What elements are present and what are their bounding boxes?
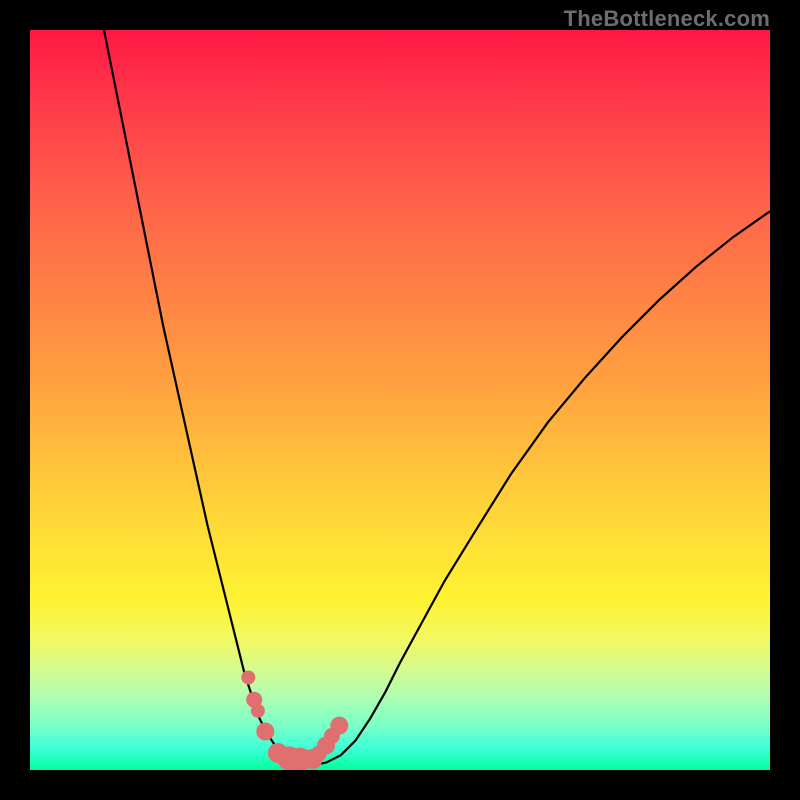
marker-dot bbox=[241, 671, 255, 685]
curve-right bbox=[311, 211, 770, 765]
chart-frame: TheBottleneck.com bbox=[0, 0, 800, 800]
curve-markers bbox=[241, 671, 348, 771]
marker-dot bbox=[330, 717, 348, 735]
watermark-text: TheBottleneck.com bbox=[564, 6, 770, 32]
plot-area bbox=[30, 30, 770, 770]
marker-dot bbox=[256, 723, 274, 741]
marker-dot bbox=[251, 704, 265, 718]
chart-svg bbox=[30, 30, 770, 770]
curve-left bbox=[104, 30, 311, 766]
